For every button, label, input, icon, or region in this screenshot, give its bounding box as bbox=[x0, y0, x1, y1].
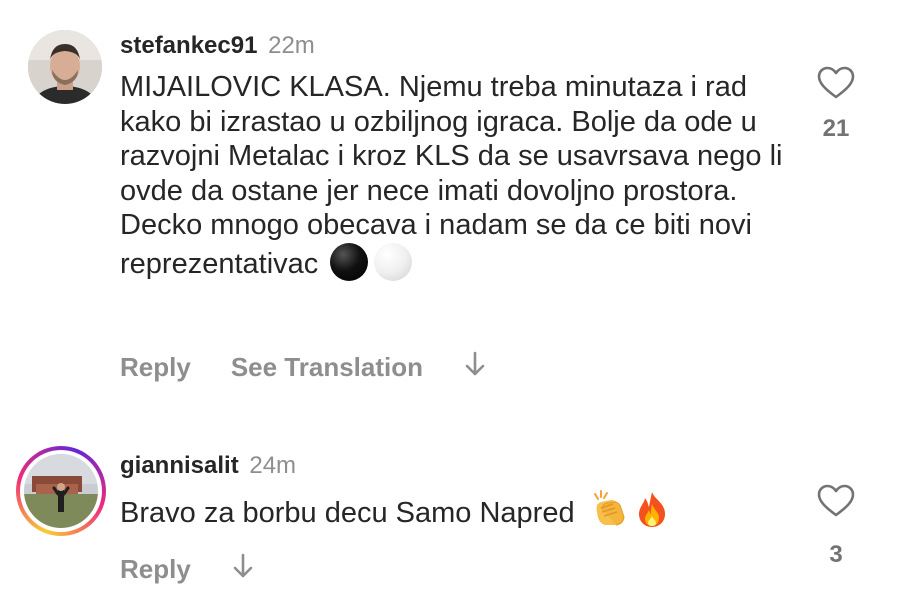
white-circle-emoji bbox=[374, 242, 413, 281]
reply-button[interactable]: Reply bbox=[120, 554, 191, 585]
fire-emoji bbox=[635, 490, 669, 537]
arrow-down-icon[interactable] bbox=[463, 350, 487, 385]
comment-header: stefankec91 22m bbox=[120, 32, 315, 60]
comment-text: MIJAILOVIC KLASA. Njemu treba minutaza i… bbox=[120, 70, 800, 281]
comment-item: giannisalit 24m Bravo za borbu decu Samo… bbox=[0, 430, 900, 602]
heart-icon[interactable] bbox=[817, 484, 855, 522]
comment-item: stefankec91 22m MIJAILOVIC KLASA. Njemu … bbox=[0, 0, 900, 400]
username[interactable]: stefankec91 bbox=[120, 32, 257, 59]
comment-actions: Reply bbox=[120, 552, 255, 587]
comment-body: MIJAILOVIC KLASA. Njemu treba minutaza i… bbox=[120, 71, 783, 280]
comment-header: giannisalit 24m bbox=[120, 452, 296, 480]
black-circle-emoji bbox=[330, 242, 369, 281]
avatar[interactable] bbox=[28, 30, 102, 104]
like-count: 3 bbox=[829, 541, 843, 568]
arrow-down-icon[interactable] bbox=[231, 552, 255, 587]
timestamp: 24m bbox=[249, 452, 297, 479]
like-control: 21 bbox=[796, 66, 876, 143]
avatar[interactable] bbox=[16, 446, 106, 536]
timestamp: 22m bbox=[268, 32, 315, 59]
see-translation-button[interactable]: See Translation bbox=[231, 352, 423, 383]
reply-button[interactable]: Reply bbox=[120, 352, 191, 383]
heart-icon[interactable] bbox=[817, 66, 855, 104]
avatar-photo bbox=[28, 30, 102, 104]
username[interactable]: giannisalit bbox=[120, 452, 239, 479]
like-count: 21 bbox=[822, 115, 850, 142]
like-control: 3 bbox=[796, 484, 876, 569]
clapping-hands-emoji bbox=[589, 490, 629, 537]
comment-text: Bravo za borbu decu Samo Napred bbox=[120, 490, 800, 537]
comment-actions: Reply See Translation bbox=[120, 350, 487, 385]
comment-body: Bravo za borbu decu Samo Napred bbox=[120, 497, 575, 529]
avatar-photo bbox=[24, 454, 98, 528]
